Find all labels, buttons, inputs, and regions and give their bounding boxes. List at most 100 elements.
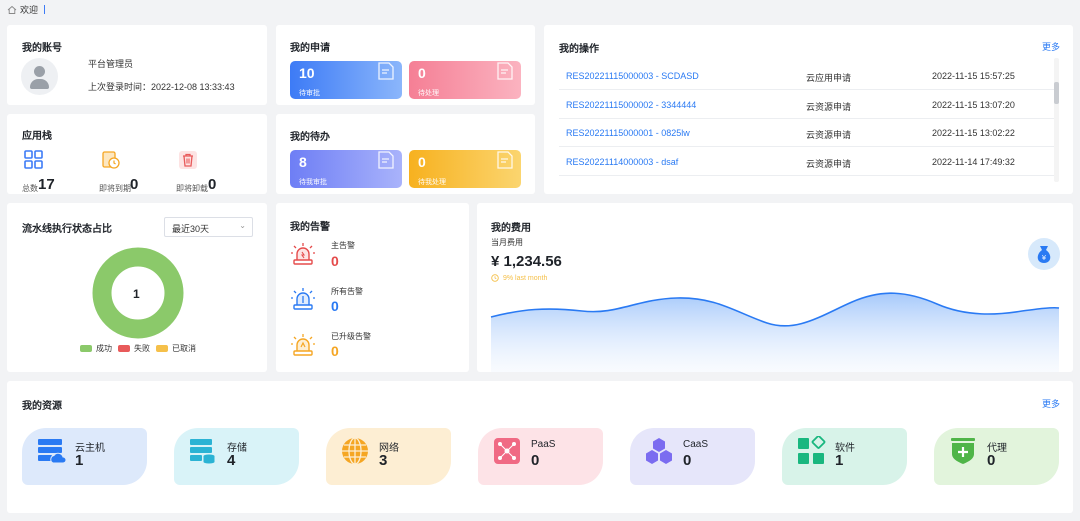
resource-software[interactable]: 软件 1 <box>782 428 907 485</box>
account-role: 平台管理员 <box>88 59 134 69</box>
resources-title: 我的资源 <box>22 401 62 412</box>
last-login-time: 上次登录时间：2022-12-08 13:33:43 <box>88 82 235 92</box>
resource-network[interactable]: 网络 3 <box>326 428 451 485</box>
avatar[interactable] <box>21 58 58 95</box>
home-icon[interactable] <box>7 5 17 15</box>
op-time: 2022-11-15 13:02:22 <box>932 128 1015 138</box>
op-id[interactable]: RES20221115000002 - 3344444 <box>566 100 696 110</box>
pending-approval-count: 10 <box>299 65 315 81</box>
document-icon <box>497 62 513 80</box>
resource-count: 1 <box>75 452 84 469</box>
op-time: 2022-11-15 13:07:20 <box>932 100 1015 110</box>
op-type: 云资源申请 <box>806 159 852 169</box>
app-grid-icon <box>24 150 43 169</box>
pipeline-title: 流水线执行状态占比 <box>22 224 112 235</box>
resource-count: 4 <box>227 452 236 469</box>
cost-trend: 9% last month <box>491 274 547 282</box>
op-id[interactable]: RES20221114000003 - dsaf <box>566 157 678 167</box>
legend-failed-label: 失败 <box>134 344 150 353</box>
all-alerts-count[interactable]: 0 <box>331 298 339 314</box>
my-process-label: 待我处理 <box>418 179 446 186</box>
legend-cancelled[interactable]: 已取消 <box>156 343 196 354</box>
resource-count: 0 <box>531 452 540 469</box>
pending-process-box[interactable]: 0 待处理 <box>409 61 521 99</box>
table-row[interactable]: RES20221115000003 - SCDASD 云应用申请 2022-11-1… <box>559 62 1054 90</box>
applications-title: 我的申请 <box>290 43 330 54</box>
stack-uninstall-label: 即将卸载 <box>176 184 208 193</box>
pending-process-label: 待处理 <box>418 90 439 97</box>
resource-cloud-host[interactable]: 云主机 1 <box>22 428 147 485</box>
stack-expiring[interactable]: 即将到期 0 <box>99 150 159 195</box>
caas-icon <box>646 438 672 464</box>
escalated-alert-count[interactable]: 0 <box>331 343 339 359</box>
pending-approval-box[interactable]: 10 待审批 <box>290 61 402 99</box>
stack-total[interactable]: 总数 17 <box>22 150 82 195</box>
my-process-count: 0 <box>418 154 426 170</box>
my-process-box[interactable]: 0 待我处理 <box>409 150 521 188</box>
cost-trend-area <box>490 292 1060 372</box>
legend-cancelled-label: 已取消 <box>172 344 196 353</box>
legend-success-label: 成功 <box>96 344 112 353</box>
chevron-down-icon: ⌄ <box>239 221 246 230</box>
stack-uninstall[interactable]: 即将卸载 0 <box>176 150 236 195</box>
resource-paas[interactable]: PaaS 0 <box>478 428 603 485</box>
pending-approval-label: 待审批 <box>299 90 320 97</box>
op-time: 2022-11-15 15:57:25 <box>932 71 1015 81</box>
trash-icon <box>179 151 197 169</box>
document-icon <box>378 151 394 169</box>
op-type: 云资源申请 <box>806 102 852 112</box>
stack-uninstall-value: 0 <box>208 176 217 193</box>
clock-icon <box>491 274 499 282</box>
my-approval-count: 8 <box>299 154 307 170</box>
donut-center-value: 1 <box>133 287 140 301</box>
resource-count: 3 <box>379 452 388 469</box>
document-icon <box>497 151 513 169</box>
stack-total-label: 总数 <box>22 184 38 193</box>
alarm-light-icon <box>291 288 315 310</box>
legend-success[interactable]: 成功 <box>80 343 112 354</box>
table-row[interactable]: RES20221115000002 - 3344444 云资源申请 2022-11-… <box>559 91 1054 119</box>
stack-expiring-label: 即将到期 <box>99 184 131 193</box>
my-approval-box[interactable]: 8 待我审批 <box>290 150 402 188</box>
date-range-select[interactable]: 最近30天 ⌄ <box>164 217 253 237</box>
cost-amount: ¥ 1,234.56 <box>491 253 562 270</box>
op-id[interactable]: RES20221115000003 - SCDASD <box>566 71 699 81</box>
svg-text:¥: ¥ <box>1042 254 1047 262</box>
cost-trend-text: 9% last month <box>503 274 548 282</box>
resource-caas[interactable]: CaaS 0 <box>630 428 755 485</box>
operations-title: 我的操作 <box>559 44 599 55</box>
cost-subtitle: 当月费用 <box>491 238 523 247</box>
operations-scrollbar[interactable] <box>1054 58 1059 182</box>
account-title: 我的账号 <box>22 43 62 54</box>
software-icon <box>798 436 826 464</box>
breadcrumb: 欢迎 <box>7 3 46 16</box>
cloud-host-icon <box>38 439 66 464</box>
legend-failed[interactable]: 失败 <box>118 343 150 354</box>
my-approval-label: 待我审批 <box>299 179 327 186</box>
pending-process-count: 0 <box>418 65 426 81</box>
date-range-value: 最近30天 <box>172 224 210 234</box>
op-time: 2022-11-14 17:49:32 <box>932 157 1015 167</box>
app-stack-title: 应用栈 <box>22 131 52 142</box>
table-row[interactable]: RES20221114000003 - dsaf 云资源申请 2022-11-14 … <box>559 148 1054 176</box>
proxy-icon <box>951 438 975 464</box>
storage-icon <box>190 439 216 465</box>
operations-more-link[interactable]: 更多 <box>1042 40 1060 53</box>
resource-label: CaaS <box>683 439 709 450</box>
table-row[interactable]: RES20221115000001 - 0825lw 云资源申请 2022-11-1… <box>559 119 1054 147</box>
breadcrumb-cursor <box>44 5 46 14</box>
main-alert-count[interactable]: 0 <box>331 253 339 269</box>
resource-storage[interactable]: 存储 4 <box>174 428 299 485</box>
stack-total-value: 17 <box>38 176 55 193</box>
op-type: 云资源申请 <box>806 130 852 140</box>
breadcrumb-welcome[interactable]: 欢迎 <box>20 3 38 16</box>
alerts-title: 我的告警 <box>290 222 330 233</box>
scrollbar-thumb[interactable] <box>1054 82 1059 104</box>
resource-label: PaaS <box>531 439 556 450</box>
all-alerts-label: 所有告警 <box>331 287 363 296</box>
resource-count: 0 <box>987 452 996 469</box>
resource-proxy[interactable]: 代理 0 <box>934 428 1059 485</box>
alarm-light-icon <box>291 334 315 356</box>
op-id[interactable]: RES20221115000001 - 0825lw <box>566 128 690 138</box>
resources-more-link[interactable]: 更多 <box>1042 397 1060 410</box>
